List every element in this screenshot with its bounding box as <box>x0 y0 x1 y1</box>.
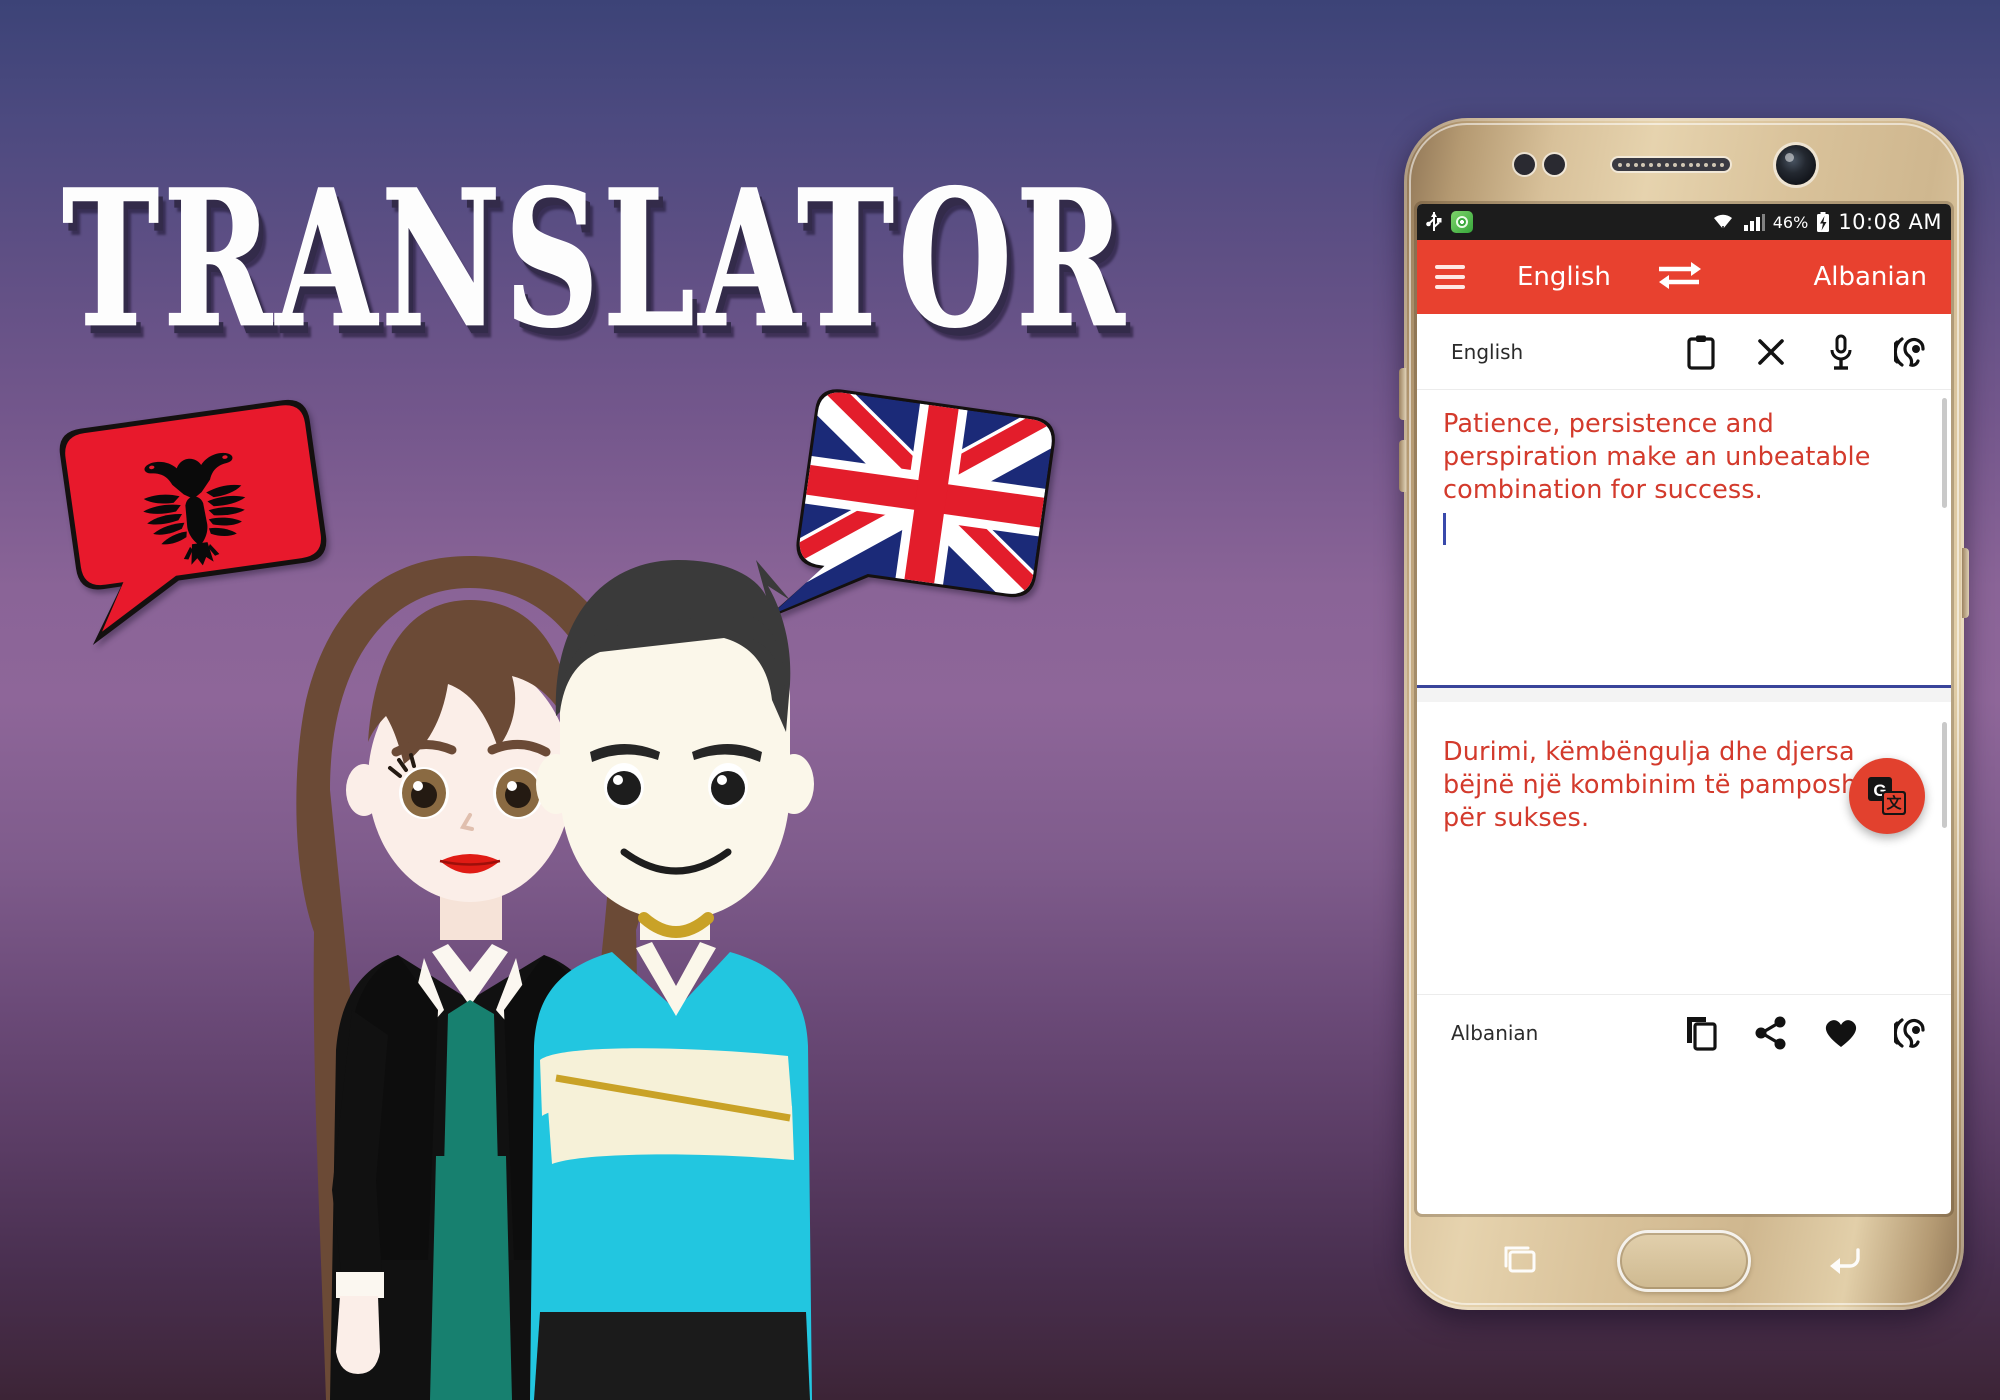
status-bar: 46% 10:08 AM <box>1417 204 1951 240</box>
source-text: Patience, persistence and perspiration m… <box>1443 409 1871 506</box>
male-character <box>530 560 814 1400</box>
source-action-bar: English <box>1417 314 1951 390</box>
target-scrollbar[interactable] <box>1942 722 1947 828</box>
source-underline <box>1417 685 1951 688</box>
translate-fab[interactable]: G 文 <box>1849 758 1925 834</box>
text-caret <box>1443 513 1446 546</box>
back-icon[interactable] <box>1822 1244 1862 1281</box>
recents-icon[interactable] <box>1502 1244 1538 1281</box>
hamburger-menu-icon[interactable] <box>1435 265 1465 289</box>
green-circle-app-icon <box>1451 211 1473 233</box>
signal-bars-icon <box>1743 214 1765 231</box>
wifi-icon <box>1713 214 1732 232</box>
paste-icon[interactable] <box>1681 331 1721 373</box>
app-toolbar: English Albanian <box>1417 240 1951 314</box>
target-text: Durimi, këmbëngulja dhe djersa bëjnë një… <box>1443 737 1895 834</box>
battery-percent-label: 46% <box>1772 212 1809 232</box>
earpiece-speaker <box>1612 158 1730 171</box>
smartphone-mockup: 46% 10:08 AM English Albanian English Pa… <box>1399 118 1969 1310</box>
clear-icon[interactable] <box>1751 331 1791 373</box>
home-button[interactable] <box>1617 1230 1751 1292</box>
source-text-panel[interactable]: Patience, persistence and perspiration m… <box>1417 390 1951 688</box>
volume-down-button[interactable] <box>1399 440 1406 492</box>
source-scrollbar[interactable] <box>1942 398 1947 508</box>
target-language-label: Albanian <box>1451 1020 1539 1045</box>
phone-screen: 46% 10:08 AM English Albanian English Pa… <box>1417 204 1951 1214</box>
front-camera-icon <box>1776 145 1816 185</box>
google-translate-icon: G 文 <box>1868 777 1906 815</box>
target-text-panel[interactable]: Durimi, këmbëngulja dhe djersa bëjnë një… <box>1417 702 1951 994</box>
listen-icon[interactable] <box>1891 331 1931 373</box>
status-time: 10:08 AM <box>1838 210 1942 234</box>
svg-text:文: 文 <box>1886 794 1902 812</box>
toolbar-target-language[interactable]: Albanian <box>1813 262 1927 292</box>
copy-icon[interactable] <box>1681 1012 1721 1054</box>
power-button[interactable] <box>1962 548 1969 618</box>
proximity-sensor-icon <box>1514 154 1535 175</box>
usb-icon <box>1426 212 1442 231</box>
microphone-icon[interactable] <box>1821 331 1861 373</box>
listen-icon[interactable] <box>1891 1012 1931 1054</box>
battery-charging-icon <box>1817 212 1830 232</box>
swap-languages-icon[interactable] <box>1655 260 1703 295</box>
toolbar-source-language[interactable]: English <box>1517 262 1611 292</box>
volume-up-button[interactable] <box>1399 368 1406 420</box>
source-language-label: English <box>1451 339 1524 364</box>
share-icon[interactable] <box>1751 1012 1791 1054</box>
target-action-bar: Albanian <box>1417 994 1951 1070</box>
favorite-icon[interactable] <box>1821 1012 1861 1054</box>
light-sensor-icon <box>1544 154 1565 175</box>
promo-banner: TRANSLATOR 46% 10:08 AM English Albanian… <box>0 0 2000 1400</box>
panel-divider <box>1417 688 1951 702</box>
